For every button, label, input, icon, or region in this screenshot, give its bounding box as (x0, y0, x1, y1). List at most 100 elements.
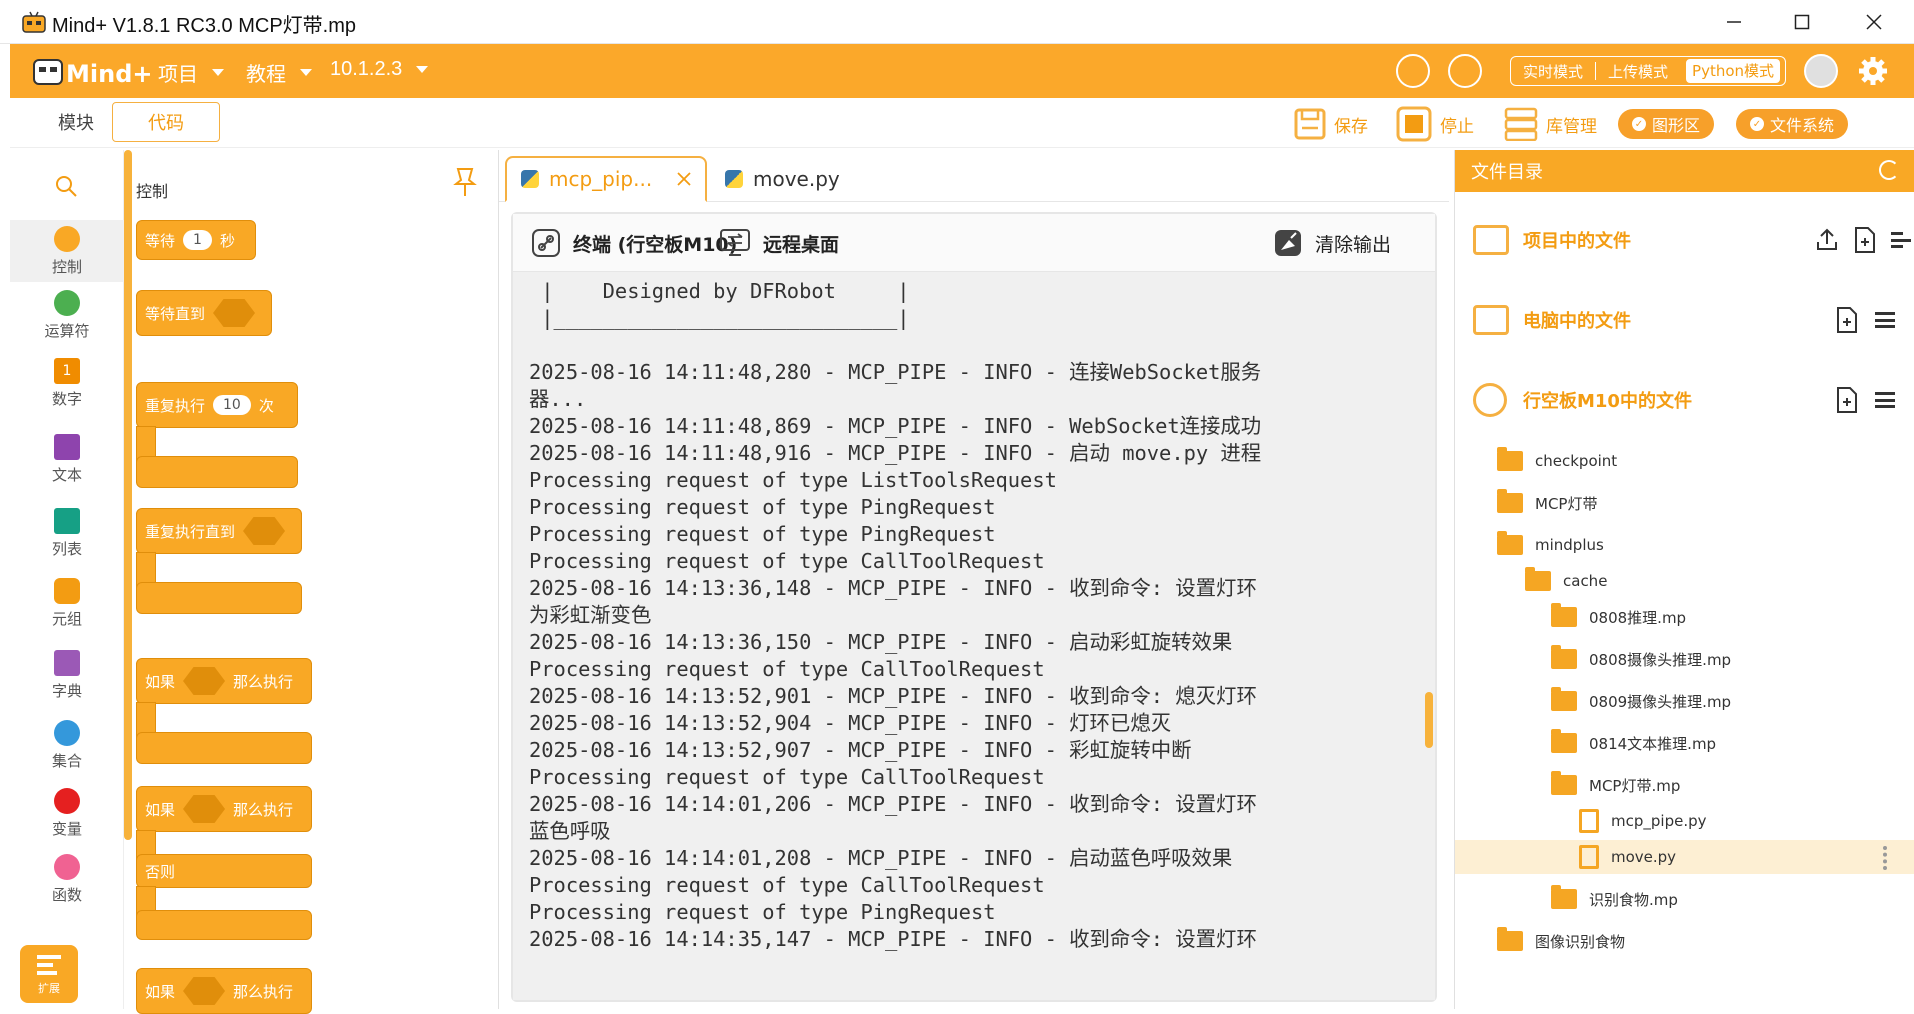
condition-slot (183, 667, 226, 695)
tree-item-label: MCP灯带 (1535, 494, 1598, 513)
menu-device-ip[interactable]: 10.1.2.3 (330, 58, 429, 81)
control-category-icon (54, 226, 80, 252)
upload-icon[interactable] (1815, 228, 1839, 252)
category-number[interactable]: 1 数字 (10, 358, 124, 409)
more-menu-icon[interactable] (1875, 392, 1895, 408)
title-bar: Mind+ V1.8.1 RC3.0 MCP灯带.mp (0, 0, 1914, 44)
mode-python[interactable]: Python模式 (1686, 59, 1781, 83)
menu-tutorial-label: 教程 (246, 64, 286, 86)
file-system-toggle[interactable]: ✓ 文件系统 (1736, 109, 1849, 139)
save-button[interactable]: 保存 (1294, 104, 1368, 144)
tree-item-file-selected[interactable]: move.py (1579, 840, 1676, 874)
save-label: 保存 (1334, 116, 1368, 137)
edit-icon[interactable] (1448, 54, 1482, 88)
tree-item-folder[interactable]: 0809摄像头推理.mp (1551, 684, 1731, 718)
tree-item-folder[interactable]: 识别食物.mp (1551, 882, 1678, 916)
minimize-button[interactable] (1712, 6, 1756, 38)
category-label: 数字 (51, 390, 82, 408)
block-if-else[interactable]: 如果 那么执行 (136, 786, 312, 832)
more-menu-icon[interactable] (1875, 312, 1895, 328)
block-wait-until[interactable]: 等待直到 (136, 290, 272, 336)
tree-item-folder[interactable]: cache (1525, 564, 1607, 598)
category-set[interactable]: 集合 (10, 720, 124, 771)
mode-realtime[interactable]: 实时模式 (1511, 61, 1595, 82)
category-function[interactable]: 函数 (10, 854, 124, 905)
tree-item-folder[interactable]: 图像识别食物 (1497, 924, 1625, 958)
menu-tutorial[interactable]: 教程 (246, 58, 312, 87)
close-button[interactable] (1852, 6, 1896, 38)
menu-project[interactable]: 项目 (158, 58, 224, 87)
new-file-icon[interactable] (1835, 306, 1859, 334)
block-label: 秒 (219, 231, 235, 250)
category-operators[interactable]: 运算符 (10, 290, 124, 341)
block-input[interactable]: 10 (213, 395, 251, 415)
category-list[interactable]: 列表 (10, 508, 124, 559)
section-project-files[interactable]: 项目中的文件 (1455, 210, 1914, 270)
check-icon: ✓ (1632, 117, 1646, 131)
pin-icon[interactable] (452, 166, 478, 198)
more-menu-icon[interactable] (1891, 232, 1911, 248)
tab-move-py[interactable]: move.py (711, 156, 854, 202)
menu-bar: Mind+ 项目 教程 10.1.2.3 实时模式 上传模式 Python模式 (10, 44, 1914, 98)
graphic-area-toggle[interactable]: ✓ 图形区 (1618, 109, 1715, 139)
refresh-icon[interactable] (1879, 160, 1899, 180)
block-wait[interactable]: 等待 1 秒 (136, 220, 256, 260)
new-file-icon[interactable] (1853, 226, 1877, 254)
tab-mcp-pipe[interactable]: mcp_pip... (505, 156, 707, 202)
block-else: 否则 (136, 854, 312, 888)
graphic-area-label: 图形区 (1652, 116, 1701, 135)
block-repeat[interactable]: 重复执行 10 次 (136, 382, 298, 428)
close-icon[interactable] (677, 172, 691, 186)
block-if[interactable]: 如果 那么执行 (136, 658, 312, 704)
maximize-button[interactable] (1780, 6, 1824, 38)
tree-item-folder[interactable]: MCP灯带.mp (1551, 768, 1680, 802)
category-tuple[interactable]: 元组 (10, 578, 124, 629)
terminal-line: Processing request of type PingRequest (529, 900, 996, 924)
tab-code[interactable]: 代码 (112, 102, 220, 142)
block-repeat-until[interactable]: 重复执行直到 (136, 508, 302, 554)
section-label: 电脑中的文件 (1523, 311, 1631, 332)
terminal-line: 2025-08-16 14:14:01,208 - MCP_PIPE - INF… (529, 846, 1233, 870)
terminal-header: 终端 (行空板M10) 远程桌面 清除输出 (513, 214, 1435, 272)
mode-upload[interactable]: 上传模式 (1596, 61, 1680, 82)
terminal-tab[interactable]: 终端 (行空板M10) (531, 228, 737, 258)
tree-item-folder[interactable]: mindplus (1497, 528, 1604, 562)
category-text[interactable]: 文本 (10, 434, 124, 485)
tree-item-folder[interactable]: 0814文本推理.mp (1551, 726, 1716, 760)
stop-button[interactable]: 停止 (1396, 104, 1474, 144)
terminal-output[interactable]: | Designed by DFRobot | |_______________… (513, 272, 1435, 1000)
category-label: 字典 (51, 682, 82, 700)
section-computer-files[interactable]: 电脑中的文件 (1455, 290, 1914, 350)
python-file-icon (725, 170, 743, 188)
tree-item-file[interactable]: mcp_pipe.py (1579, 804, 1707, 838)
terminal-line: 2025-08-16 14:13:36,150 - MCP_PIPE - INF… (529, 630, 1233, 654)
remote-desktop-tab[interactable]: 远程桌面 (719, 228, 839, 258)
category-dict[interactable]: 字典 (10, 650, 124, 701)
category-label: 函数 (51, 886, 82, 904)
avatar[interactable] (1804, 54, 1838, 88)
block-if-2[interactable]: 如果 那么执行 (136, 968, 312, 1014)
new-file-icon[interactable] (1835, 386, 1859, 414)
tree-item-folder[interactable]: 0808摄像头推理.mp (1551, 642, 1731, 676)
library-button[interactable]: 库管理 (1504, 104, 1597, 144)
history-icon[interactable] (1396, 54, 1430, 88)
block-input[interactable]: 1 (183, 230, 212, 250)
link-icon (532, 229, 560, 257)
drag-handle-icon[interactable] (1883, 846, 1887, 870)
extension-button[interactable]: 扩展 (20, 945, 78, 1003)
category-scrollbar[interactable] (124, 150, 132, 840)
tree-item-folder[interactable]: checkpoint (1497, 444, 1617, 478)
category-sidebar: 控制 运算符 1 数字 文本 列表 元组 字典 集合 变量 函数 扩展 (10, 150, 124, 1009)
section-label: 项目中的文件 (1523, 231, 1631, 252)
gear-icon[interactable] (1858, 56, 1888, 86)
clear-output-button[interactable]: 清除输出 (1273, 228, 1391, 258)
chevron-down-icon (416, 66, 429, 73)
terminal-line: 2025-08-16 14:13:52,901 - MCP_PIPE - INF… (529, 684, 1257, 708)
tree-item-folder[interactable]: MCP灯带 (1497, 486, 1597, 520)
tree-item-folder[interactable]: 0808推理.mp (1551, 600, 1686, 634)
terminal-scrollbar[interactable] (1425, 692, 1433, 748)
category-control[interactable]: 控制 (10, 220, 124, 282)
search-icon[interactable] (54, 174, 78, 198)
category-variable[interactable]: 变量 (10, 788, 124, 839)
section-board-files[interactable]: 行空板M10中的文件 (1455, 370, 1914, 430)
